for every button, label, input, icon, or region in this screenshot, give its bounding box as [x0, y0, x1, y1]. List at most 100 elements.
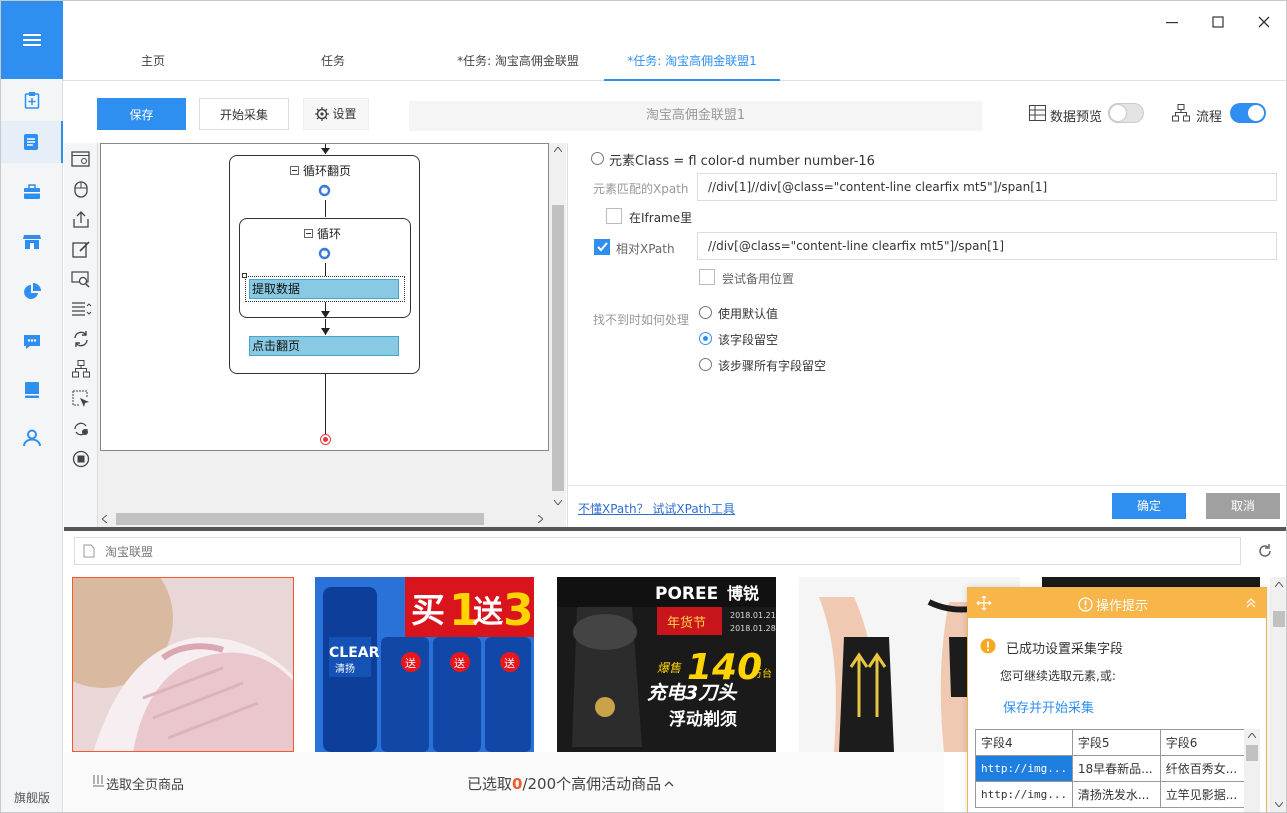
promo-unit: 万台	[752, 667, 772, 680]
extract-data-step[interactable]: 提取数据	[249, 279, 399, 299]
table-cell[interactable]: http://img...	[975, 755, 1073, 782]
tool-mouse-hover[interactable]	[69, 387, 93, 411]
scroll-right-icon[interactable]	[538, 515, 543, 523]
field-empty-radio[interactable]	[699, 332, 712, 345]
minimize-button[interactable]	[1157, 11, 1187, 33]
page-vertical-scrollbar[interactable]	[1270, 577, 1286, 812]
backup-position-checkbox[interactable]	[699, 269, 715, 285]
default-value-radio[interactable]	[699, 306, 712, 319]
relative-xpath-checkbox[interactable]	[594, 239, 610, 255]
tab-task-2[interactable]: *任务: 淘宝高佣金联盟1	[604, 41, 780, 81]
tab-tasks[interactable]: 任务	[283, 41, 383, 81]
data-preview-toggle[interactable]	[1108, 103, 1144, 123]
tool-loop[interactable]	[69, 327, 93, 351]
scroll-up-icon[interactable]	[554, 147, 562, 152]
tool-captcha[interactable]	[69, 267, 93, 291]
promo-give: 送	[473, 595, 503, 630]
sidebar-statistics[interactable]	[1, 271, 63, 313]
table-row: http://img... 18早春新品... 纤依百秀女...	[975, 755, 1246, 782]
scroll-thumb[interactable]	[1273, 611, 1285, 627]
save-button[interactable]: 保存	[97, 98, 186, 130]
pane-splitter[interactable]	[64, 527, 1286, 531]
sidebar-new-task[interactable]	[1, 79, 63, 121]
selection-handle[interactable]	[242, 273, 247, 278]
tool-cycle-action[interactable]	[69, 417, 93, 441]
collapse-up-icon[interactable]	[1246, 597, 1256, 609]
tool-branch[interactable]	[69, 357, 93, 381]
table-header-cell[interactable]: 字段4	[975, 729, 1073, 756]
save-and-start-link[interactable]: 保存并开始采集	[1003, 697, 1094, 716]
tool-click[interactable]	[69, 177, 93, 201]
selected-count-toggle[interactable]: 已选取 0 /200个高佣活动商品	[467, 773, 674, 794]
tool-open-page[interactable]	[69, 147, 93, 171]
tool-input-text[interactable]	[69, 237, 93, 261]
collapse-icon[interactable]	[304, 229, 313, 238]
product-image-sweater[interactable]	[72, 577, 294, 752]
scroll-left-icon[interactable]	[102, 515, 107, 523]
table-header-cell[interactable]: 字段5	[1071, 729, 1161, 756]
tool-select-dropdown[interactable]	[69, 297, 93, 321]
start-collect-button[interactable]: 开始采集	[199, 98, 289, 130]
canvas-horizontal-scrollbar[interactable]	[98, 511, 550, 527]
table-scrollbar[interactable]	[1244, 729, 1260, 812]
table-cell[interactable]: 清扬洗发水...	[1071, 781, 1161, 808]
xpath-tool-link[interactable]: 不懂XPath？ 试试XPath工具	[578, 500, 735, 517]
table-cell[interactable]: 立竿见影据...	[1159, 781, 1246, 808]
scroll-up-icon[interactable]	[1275, 582, 1283, 587]
flow-toggle[interactable]	[1230, 103, 1266, 123]
hamburger-icon	[23, 34, 41, 46]
tab-task-1[interactable]: *任务: 淘宝高佣金联盟	[433, 41, 603, 81]
tips-success-text: 已成功设置采集字段	[1006, 642, 1124, 657]
product-image-shaver[interactable]: POREE 博锐 年货节 2018.01.21 2018.01.28 爆售 14…	[557, 577, 776, 752]
product-image-shampoo[interactable]: 买 1 送 3 CLEAR 清扬 送 送 送	[315, 577, 534, 752]
edition-label: 旗舰版	[13, 791, 50, 805]
reload-icon[interactable]	[1257, 543, 1273, 559]
close-button[interactable]	[1249, 11, 1279, 33]
ok-button[interactable]: 确定	[1112, 493, 1186, 519]
edit-icon	[72, 241, 90, 258]
operation-tips-popup: 操作提示 已成功设置采集字段 您可继续选取元素,或: 保存并开始采集 字段4 字…	[967, 587, 1267, 812]
xpath-label: 元素匹配的Xpath	[593, 182, 689, 196]
loop-paging-label: 循环翻页	[303, 164, 352, 178]
scroll-thumb[interactable]	[116, 513, 484, 525]
sidebar-tutorials[interactable]	[1, 369, 63, 411]
sidebar-store[interactable]	[1, 221, 63, 263]
move-icon[interactable]	[976, 595, 992, 611]
select-all-products-button[interactable]: 选取全页商品	[106, 774, 184, 793]
sidebar-messages[interactable]	[1, 321, 63, 363]
all-fields-empty-radio[interactable]	[699, 358, 712, 371]
maximize-button[interactable]	[1203, 11, 1233, 33]
scroll-down-icon[interactable]	[1275, 802, 1283, 807]
product-image-partial[interactable]	[1042, 577, 1260, 587]
tab-home[interactable]: 主页	[103, 41, 203, 81]
scroll-down-icon[interactable]	[554, 500, 562, 505]
table-header-cell[interactable]: 字段6	[1159, 729, 1246, 756]
clipboard-add-icon	[24, 92, 40, 109]
collapse-icon[interactable]	[290, 166, 299, 175]
class-radio[interactable]	[591, 152, 604, 165]
cancel-button[interactable]: 取消	[1206, 493, 1280, 519]
branch-icon	[72, 360, 90, 378]
scroll-up-icon[interactable]	[1248, 733, 1256, 738]
table-cell[interactable]: 纤依百秀女...	[1159, 755, 1246, 782]
url-bar[interactable]: 淘宝联盟	[74, 537, 1241, 565]
relative-xpath-input[interactable]: //div[@class="content-line clearfix mt5"…	[697, 232, 1277, 260]
table-cell[interactable]: 18早春新品...	[1071, 755, 1161, 782]
settings-button[interactable]: 设置	[303, 98, 369, 130]
xpath-input[interactable]: //div[1]//div[@class="content-line clear…	[697, 173, 1277, 201]
task-name-field[interactable]: 淘宝高佣金联盟1	[409, 101, 982, 131]
table-cell[interactable]: http://img...	[975, 781, 1073, 808]
sidebar-tasks[interactable]	[1, 121, 63, 163]
tool-extract[interactable]	[69, 207, 93, 231]
sidebar-account[interactable]	[1, 417, 63, 459]
scroll-thumb[interactable]	[1246, 745, 1258, 761]
store-icon	[23, 235, 41, 249]
iframe-checkbox[interactable]	[606, 208, 622, 224]
tips-header[interactable]: 操作提示	[968, 588, 1266, 618]
menu-button[interactable]	[1, 1, 63, 79]
scroll-thumb[interactable]	[552, 205, 564, 491]
tool-end-flow[interactable]	[69, 447, 93, 471]
click-next-page-step[interactable]: 点击翻页	[249, 336, 399, 356]
canvas-vertical-scrollbar[interactable]	[550, 143, 566, 511]
sidebar-toolbox[interactable]	[1, 171, 63, 213]
